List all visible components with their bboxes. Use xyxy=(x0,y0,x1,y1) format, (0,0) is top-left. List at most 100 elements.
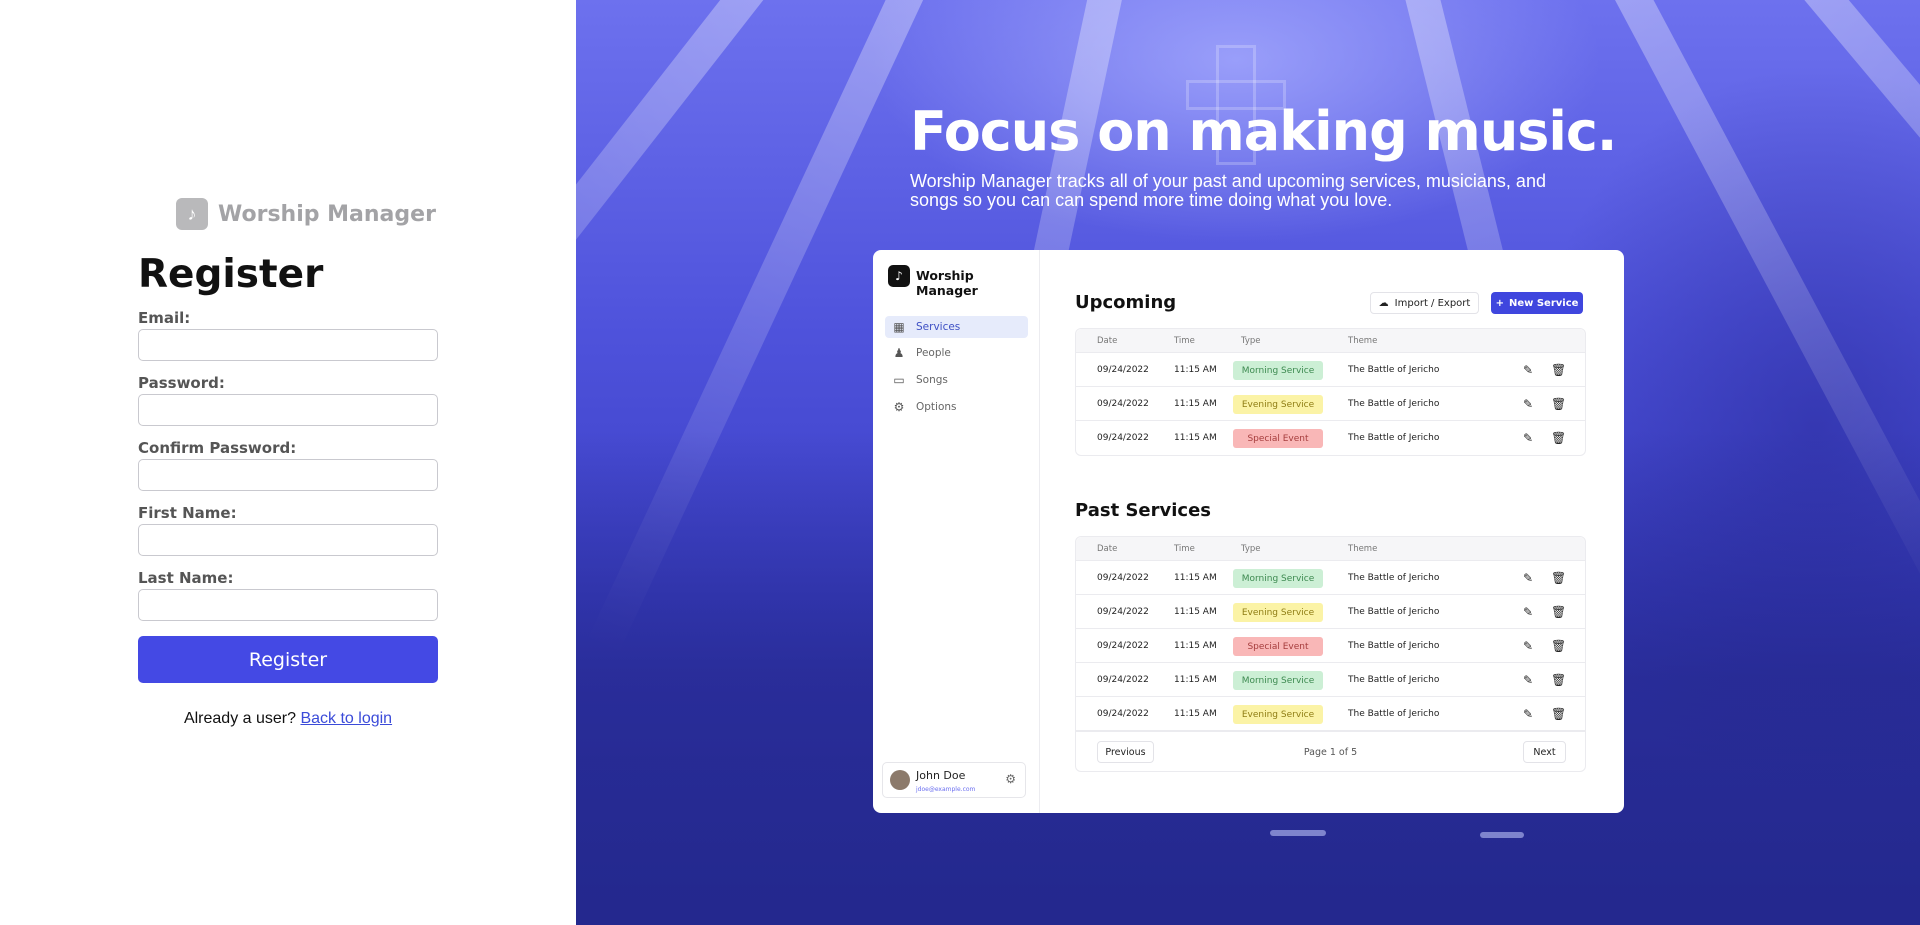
preview-sidebar: ♪ Worship Manager ▦ Services ♟ People ▭ … xyxy=(873,250,1040,813)
import-export-button[interactable]: ☁ Import / Export xyxy=(1370,292,1479,314)
column-header: Type xyxy=(1241,336,1261,346)
new-service-button[interactable]: + New Service xyxy=(1491,292,1583,314)
gear-icon: ⚙ xyxy=(893,400,905,414)
table-row: 09/24/2022 11:15 AM Special Event The Ba… xyxy=(1076,421,1585,455)
past-services-table: Date Time Type Theme 09/24/2022 11:15 AM… xyxy=(1075,536,1586,772)
table-row: 09/24/2022 11:15 AM Morning Service The … xyxy=(1076,561,1585,595)
calendar-icon: ▦ xyxy=(893,320,905,334)
trash-icon[interactable]: 🗑 xyxy=(1551,639,1566,653)
trash-icon[interactable]: 🗑 xyxy=(1551,707,1566,721)
brand-name: Worship Manager xyxy=(218,201,436,227)
brand: ♪ Worship Manager xyxy=(176,198,436,230)
trash-icon[interactable]: 🗑 xyxy=(1551,397,1566,411)
first-name-label: First Name: xyxy=(138,504,237,522)
column-header: Date xyxy=(1097,544,1118,554)
table-row: 09/24/2022 11:15 AM Evening Service The … xyxy=(1076,697,1585,731)
trash-icon[interactable]: 🗑 xyxy=(1551,431,1566,445)
sidebar-item-services[interactable]: ▦ Services xyxy=(885,316,1028,338)
date-cell: 09/24/2022 xyxy=(1097,365,1149,375)
date-cell: 09/24/2022 xyxy=(1097,607,1149,617)
time-cell: 11:15 AM xyxy=(1174,433,1217,443)
plus-icon: + xyxy=(1495,297,1504,309)
user-card[interactable]: John Doe jdoe@example.com ⚙ xyxy=(882,762,1026,798)
time-cell: 11:15 AM xyxy=(1174,365,1217,375)
date-cell: 09/24/2022 xyxy=(1097,675,1149,685)
pencil-icon[interactable]: ✎ xyxy=(1523,363,1533,377)
hero-subtitle: Worship Manager tracks all of your past … xyxy=(910,171,1546,210)
gear-icon[interactable]: ⚙ xyxy=(1005,772,1016,786)
type-badge: Evening Service xyxy=(1233,603,1323,622)
pencil-icon[interactable]: ✎ xyxy=(1523,571,1533,585)
sidebar-item-label: People xyxy=(916,347,951,359)
back-to-login-link[interactable]: Back to login xyxy=(300,710,392,727)
theme-cell: The Battle of Jericho xyxy=(1348,365,1440,375)
sidebar-item-label: Options xyxy=(916,401,957,413)
upcoming-table: Date Time Type Theme 09/24/2022 11:15 AM… xyxy=(1075,328,1586,456)
people-icon: ♟ xyxy=(893,346,905,360)
pencil-icon[interactable]: ✎ xyxy=(1523,673,1533,687)
confirm-password-field[interactable] xyxy=(138,459,438,491)
last-name-field[interactable] xyxy=(138,589,438,621)
email-label: Email: xyxy=(138,309,191,327)
last-name-label: Last Name: xyxy=(138,569,234,587)
date-cell: 09/24/2022 xyxy=(1097,433,1149,443)
column-header: Type xyxy=(1241,544,1261,554)
column-header: Time xyxy=(1174,544,1195,554)
date-cell: 09/24/2022 xyxy=(1097,573,1149,583)
password-field[interactable] xyxy=(138,394,438,426)
table-row: 09/24/2022 11:15 AM Evening Service The … xyxy=(1076,387,1585,421)
folder-icon: ▭ xyxy=(893,373,905,387)
table-pagination: Page 1 of 5 Previous Next xyxy=(1076,731,1585,771)
sidebar-item-label: Songs xyxy=(916,374,948,386)
trash-icon[interactable]: 🗑 xyxy=(1551,673,1566,687)
theme-cell: The Battle of Jericho xyxy=(1348,433,1440,443)
user-email: jdoe@example.com xyxy=(916,786,976,793)
table-row: 09/24/2022 11:15 AM Special Event The Ba… xyxy=(1076,629,1585,663)
register-button[interactable]: Register xyxy=(138,636,438,683)
past-services-title: Past Services xyxy=(1075,500,1211,521)
sidebar-item-songs[interactable]: ▭ Songs xyxy=(885,369,1028,391)
type-badge: Evening Service xyxy=(1233,705,1323,724)
sidebar-item-options[interactable]: ⚙ Options xyxy=(885,396,1028,418)
next-button[interactable]: Next xyxy=(1523,741,1566,763)
pencil-icon[interactable]: ✎ xyxy=(1523,397,1533,411)
theme-cell: The Battle of Jericho xyxy=(1348,607,1440,617)
time-cell: 11:15 AM xyxy=(1174,641,1217,651)
email-field[interactable] xyxy=(138,329,438,361)
trash-icon[interactable]: 🗑 xyxy=(1551,363,1566,377)
date-cell: 09/24/2022 xyxy=(1097,641,1149,651)
type-badge: Morning Service xyxy=(1233,361,1323,380)
date-cell: 09/24/2022 xyxy=(1097,399,1149,409)
theme-cell: The Battle of Jericho xyxy=(1348,709,1440,719)
pencil-icon[interactable]: ✎ xyxy=(1523,639,1533,653)
column-header: Theme xyxy=(1348,336,1378,346)
type-badge: Special Event xyxy=(1233,429,1323,448)
theme-cell: The Battle of Jericho xyxy=(1348,573,1440,583)
stage-light xyxy=(1270,830,1326,836)
sidebar-item-people[interactable]: ♟ People xyxy=(885,342,1028,364)
upcoming-title: Upcoming xyxy=(1075,292,1177,313)
hero-panel: Focus on making music. Worship Manager t… xyxy=(576,0,1920,925)
trash-icon[interactable]: 🗑 xyxy=(1551,571,1566,585)
previous-button[interactable]: Previous xyxy=(1097,741,1154,763)
user-name: John Doe xyxy=(916,769,966,782)
type-badge: Evening Service xyxy=(1233,395,1323,414)
music-note-icon: ♪ xyxy=(888,265,910,287)
new-service-label: New Service xyxy=(1508,297,1579,309)
confirm-password-label: Confirm Password: xyxy=(138,439,297,457)
hero-title: Focus on making music. xyxy=(910,100,1617,163)
time-cell: 11:15 AM xyxy=(1174,675,1217,685)
time-cell: 11:15 AM xyxy=(1174,709,1217,719)
table-row: 09/24/2022 11:15 AM Morning Service The … xyxy=(1076,663,1585,697)
date-cell: 09/24/2022 xyxy=(1097,709,1149,719)
trash-icon[interactable]: 🗑 xyxy=(1551,605,1566,619)
pencil-icon[interactable]: ✎ xyxy=(1523,431,1533,445)
time-cell: 11:15 AM xyxy=(1174,399,1217,409)
table-row: 09/24/2022 11:15 AM Morning Service The … xyxy=(1076,353,1585,387)
type-badge: Special Event xyxy=(1233,637,1323,656)
pencil-icon[interactable]: ✎ xyxy=(1523,707,1533,721)
first-name-field[interactable] xyxy=(138,524,438,556)
column-header: Date xyxy=(1097,336,1118,346)
page-title: Register xyxy=(138,252,324,297)
pencil-icon[interactable]: ✎ xyxy=(1523,605,1533,619)
